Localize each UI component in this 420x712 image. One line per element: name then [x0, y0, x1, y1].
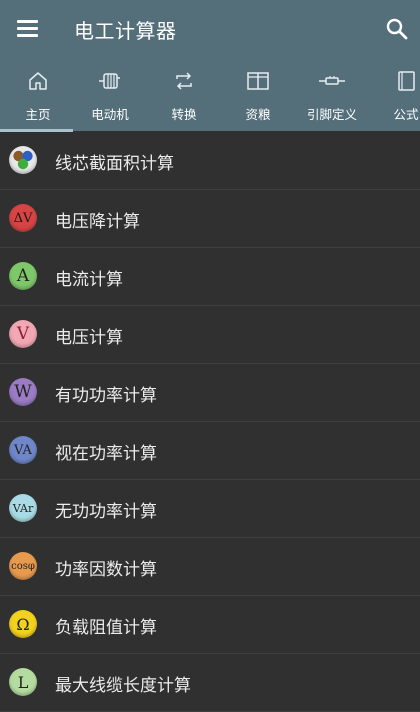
- list-item-label: 电压降计算: [55, 212, 140, 232]
- tab-bar: 主页 电动机 转换 资粮 引脚定义 公式: [0, 58, 420, 131]
- apparent-power-icon: VA: [9, 436, 37, 464]
- power-factor-icon: cosφ: [9, 552, 37, 580]
- list-item-max-cable-length[interactable]: L 最大线缆长度计算: [0, 654, 420, 712]
- reactive-power-icon: VAr: [9, 494, 37, 522]
- list-item-label: 电流计算: [55, 270, 123, 290]
- tab-label: 主页: [25, 107, 51, 122]
- wire-cross-section-icon: [9, 146, 37, 174]
- list-item-power-factor[interactable]: cosφ 功率因数计算: [0, 538, 420, 596]
- list-item-reactive-power[interactable]: VAr 无功功率计算: [0, 480, 420, 538]
- app-title: 电工计算器: [74, 19, 177, 43]
- current-icon: A: [9, 262, 37, 290]
- tab-home[interactable]: 主页: [0, 58, 76, 131]
- max-cable-length-icon: L: [9, 668, 37, 696]
- tab-pinout[interactable]: 引脚定义: [294, 58, 370, 131]
- list-item-voltage-drop[interactable]: ΔV 电压降计算: [0, 190, 420, 248]
- list-item-label: 负载阻值计算: [55, 618, 157, 638]
- repeat-icon: [173, 70, 195, 96]
- tab-label: 转换: [171, 107, 197, 122]
- connector-icon: [318, 70, 346, 96]
- tab-convert[interactable]: 转换: [146, 58, 222, 131]
- list-item-label: 电压计算: [55, 328, 123, 348]
- list-item-label: 最大线缆长度计算: [55, 676, 191, 696]
- load-resistance-icon: Ω: [9, 610, 37, 638]
- tab-label: 电动机: [91, 107, 129, 122]
- list-item-load-resistance[interactable]: Ω 负载阻值计算: [0, 596, 420, 654]
- list-item-label: 线芯截面积计算: [55, 154, 174, 174]
- calculator-list: 线芯截面积计算 ΔV 电压降计算 A 电流计算 V 电压计算 W 有功功率计算 …: [0, 132, 420, 712]
- list-item-active-power[interactable]: W 有功功率计算: [0, 364, 420, 422]
- motor-icon: [98, 70, 122, 96]
- voltage-icon: V: [9, 320, 37, 348]
- tab-label: 公式: [393, 107, 419, 122]
- list-item-wire-cross-section[interactable]: 线芯截面积计算: [0, 132, 420, 190]
- list-item-apparent-power[interactable]: VA 视在功率计算: [0, 422, 420, 480]
- tab-formula[interactable]: 公式: [368, 58, 420, 131]
- book-open-icon: [246, 70, 270, 96]
- list-item-label: 无功功率计算: [55, 502, 157, 522]
- tab-resources[interactable]: 资粮: [220, 58, 296, 131]
- list-item-current[interactable]: A 电流计算: [0, 248, 420, 306]
- menu-icon[interactable]: [17, 20, 38, 37]
- list-item-voltage[interactable]: V 电压计算: [0, 306, 420, 364]
- tab-label: 引脚定义: [306, 107, 357, 122]
- voltage-drop-icon: ΔV: [9, 204, 37, 232]
- tab-label: 资粮: [245, 107, 271, 122]
- active-power-icon: W: [9, 378, 37, 406]
- app-bar: 电工计算器: [0, 0, 420, 58]
- search-icon[interactable]: [384, 16, 410, 42]
- home-icon: [27, 70, 49, 96]
- list-item-label: 功率因数计算: [55, 560, 157, 580]
- book-icon: [395, 70, 417, 96]
- list-item-label: 有功功率计算: [55, 386, 157, 406]
- list-item-label: 视在功率计算: [55, 444, 157, 464]
- tab-motor[interactable]: 电动机: [72, 58, 148, 131]
